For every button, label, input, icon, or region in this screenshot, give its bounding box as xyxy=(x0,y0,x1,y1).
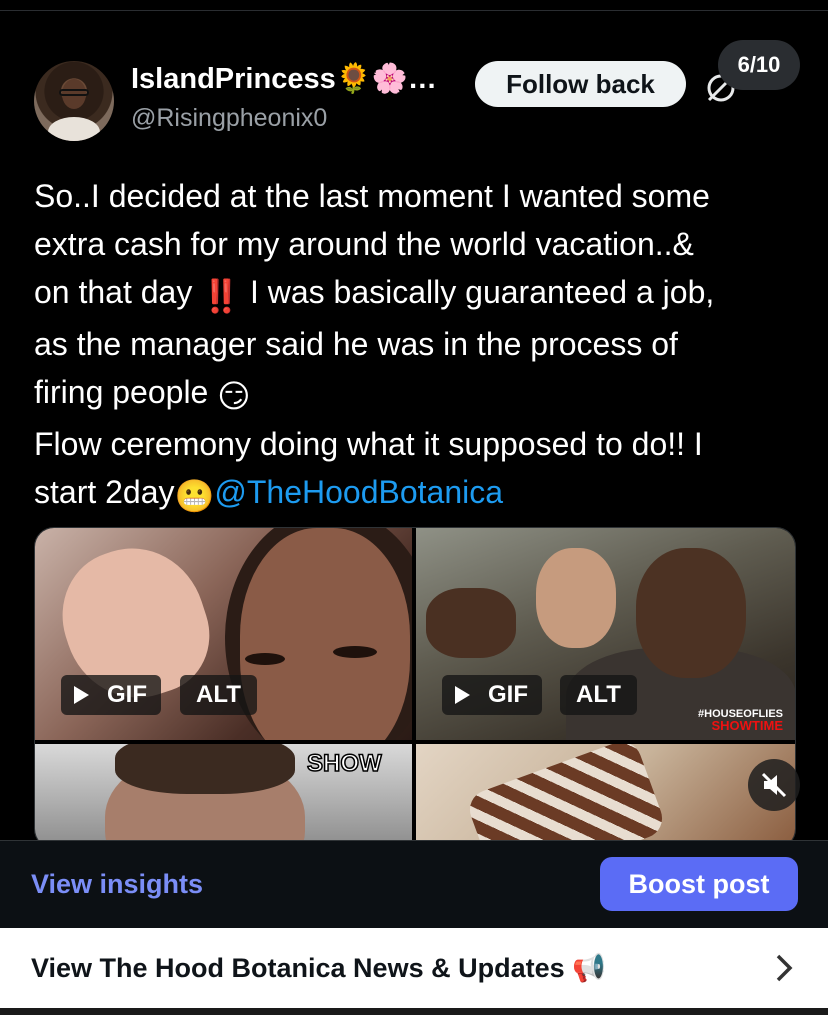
news-updates-row[interactable]: View The Hood Botanica News & Updates 📢 xyxy=(0,928,828,1008)
grimace-emoji: 😬 xyxy=(174,478,215,514)
post-line: as the manager said he was in the proces… xyxy=(34,326,678,362)
mention-link[interactable]: @TheHoodBotanica xyxy=(214,474,503,510)
showtime-watermark: #HOUSEOFLIES SHOWTIME xyxy=(698,708,783,733)
play-icon xyxy=(61,685,101,705)
news-label: View The Hood Botanica News & Updates xyxy=(31,953,565,983)
media-tile-3[interactable]: SHOW xyxy=(35,744,412,848)
post-line: start 2day😬@TheHoodBotanica xyxy=(34,468,804,520)
alt-badge[interactable]: ALT xyxy=(560,675,637,715)
post-line: Flow ceremony doing what it supposed to … xyxy=(34,426,703,462)
post-line: firing people 😏 xyxy=(34,368,804,420)
gif-badge[interactable]: GIF xyxy=(442,675,542,715)
follow-back-button[interactable]: Follow back xyxy=(475,61,686,107)
show-caption: SHOW xyxy=(306,749,382,778)
author-handle[interactable]: @Risingpheonix0 xyxy=(131,104,327,133)
megaphone-icon: 📢 xyxy=(572,953,606,983)
boost-post-button[interactable]: Boost post xyxy=(600,857,798,911)
post-text: So..I decided at the last moment I wante… xyxy=(34,172,804,520)
post-actions-bar: View insights Boost post xyxy=(0,840,828,929)
top-divider xyxy=(0,0,828,11)
media-counter: 6/10 xyxy=(718,40,800,90)
view-insights-link[interactable]: View insights xyxy=(31,869,203,900)
mute-icon[interactable] xyxy=(748,759,800,811)
post-line: extra cash for my around the world vacat… xyxy=(34,226,694,262)
play-icon xyxy=(442,685,482,705)
author-name[interactable]: IslandPrincess🌻🌸… xyxy=(131,62,437,96)
alt-badge[interactable]: ALT xyxy=(180,675,257,715)
media-tile-4[interactable] xyxy=(416,744,795,848)
chevron-right-icon[interactable] xyxy=(770,952,798,984)
avatar[interactable] xyxy=(34,61,114,141)
double-exclamation-emoji: ‼️ xyxy=(201,278,242,314)
post-line: on that day ‼️ I was basically guarantee… xyxy=(34,268,804,320)
post-line: So..I decided at the last moment I wante… xyxy=(34,178,710,214)
gif-badge[interactable]: GIF xyxy=(61,675,161,715)
bottom-divider xyxy=(0,1008,828,1015)
smirk-emoji: 😏 xyxy=(217,378,251,414)
